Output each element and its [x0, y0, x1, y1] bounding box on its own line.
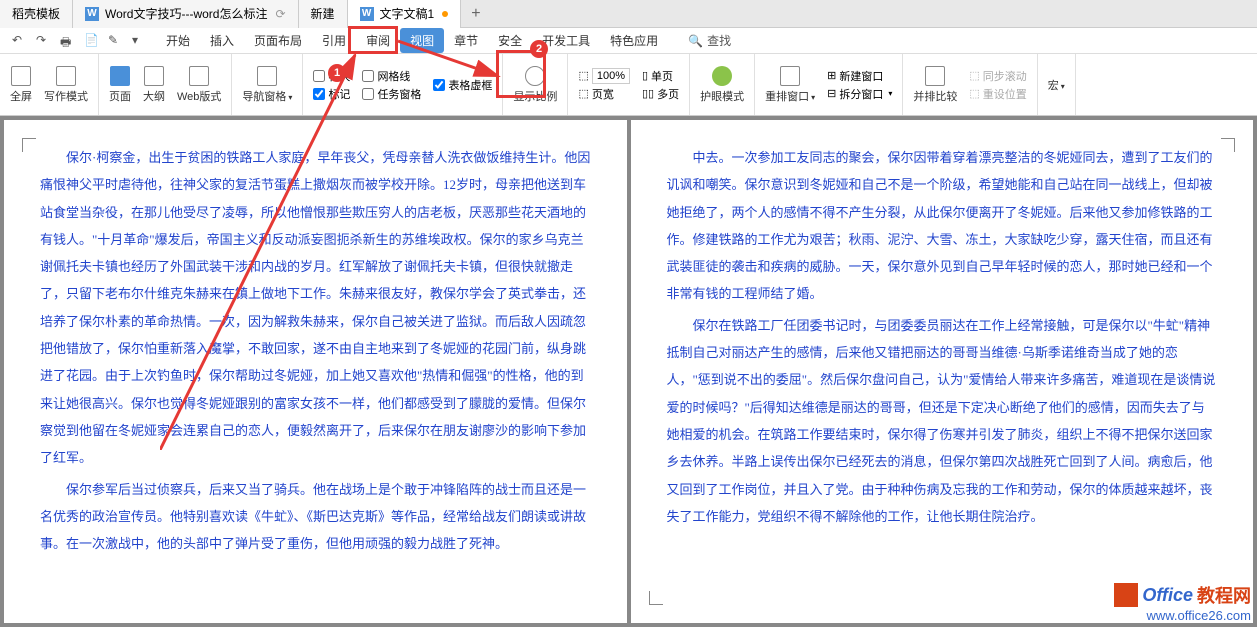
annotation-badge-1: 1	[328, 64, 346, 82]
paragraph: 保尔在铁路工厂任团委书记时，与团委委员丽达在工作上经常接触，可是保尔以"牛虻"精…	[667, 312, 1218, 530]
menu-insert[interactable]: 插入	[200, 28, 244, 53]
watermark-url: www.office26.com	[1146, 608, 1251, 623]
sidebyside-button[interactable]: 并排比较	[909, 64, 961, 106]
search-label: 查找	[707, 32, 731, 49]
page-2[interactable]: 中去。一次参加工友同志的聚会，保尔因带着穿着漂亮整洁的冬妮娅同去，遭到了工友们的…	[631, 120, 1254, 623]
newwin-icon: ⊞	[827, 69, 836, 82]
navpane-button[interactable]: 导航窗格▾	[238, 64, 296, 106]
webview-button[interactable]: Web版式	[173, 64, 225, 106]
word-doc-icon: W	[85, 7, 99, 21]
ribbon: 全屏 写作模式 页面 大纲 Web版式 导航窗格▾ 标尺 标记 网格线 任务窗格…	[0, 54, 1257, 116]
writemode-button[interactable]: 写作模式	[40, 64, 92, 106]
search-group[interactable]: 🔍 查找	[688, 32, 731, 49]
pageview-button[interactable]: 页面	[105, 64, 135, 106]
page-corner-icon	[22, 138, 36, 152]
quick-access: ↶ ↷ 🖶 📄 ✎ ▾	[4, 33, 156, 49]
fullscreen-button[interactable]: 全屏	[6, 64, 36, 106]
page-icon: ⬚	[578, 69, 588, 82]
eyecare-button[interactable]: 护眼模式	[696, 64, 748, 106]
macro-button[interactable]: 宏▾	[1044, 75, 1069, 95]
paragraph: 中去。一次参加工友同志的聚会，保尔因带着穿着漂亮整洁的冬妮娅同去，遭到了工友们的…	[667, 144, 1218, 308]
tab-new[interactable]: 新建	[299, 0, 348, 28]
sync-icon: ⬚	[969, 69, 979, 82]
menu-bar: ↶ ↷ 🖶 📄 ✎ ▾ 开始 插入 页面布局 引用 审阅 视图 章节 安全 开发…	[0, 28, 1257, 54]
tab-label: 文字文稿1	[380, 5, 435, 22]
tab-label: Word文字技巧---word怎么标注	[105, 5, 267, 22]
resetpos-button[interactable]: ⬚重设位置	[969, 86, 1026, 102]
pagewidth-button[interactable]: ⬚页宽	[578, 86, 630, 102]
splitwindow-button[interactable]: ⊟拆分窗口▾	[827, 86, 892, 102]
preview-icon[interactable]: 📄	[84, 33, 100, 49]
marker-checkbox[interactable]: 标记	[313, 86, 350, 102]
format-icon[interactable]: ✎	[108, 33, 124, 49]
refresh-icon[interactable]: ⟳	[275, 7, 285, 21]
rearrange-button[interactable]: 重排窗口▾	[761, 64, 819, 106]
watermark: Office教程网 www.office26.com	[1114, 582, 1251, 623]
word-doc-icon: W	[360, 7, 374, 21]
gridline-checkbox[interactable]: 网格线	[362, 68, 421, 84]
modified-dot-icon	[442, 11, 448, 17]
reset-icon: ⬚	[969, 87, 979, 100]
tab-label: 新建	[311, 5, 335, 22]
dropdown-icon[interactable]: ▾	[132, 33, 148, 49]
document-tabs-bar: 稻壳模板 W Word文字技巧---word怎么标注 ⟳ 新建 W 文字文稿1 …	[0, 0, 1257, 28]
singlepage-button[interactable]: ▯单页	[642, 68, 679, 84]
paragraph: 保尔参军后当过侦察兵，后来又当了骑兵。他在战场上是个敢于冲锋陷阵的战士而且还是一…	[40, 476, 591, 558]
search-icon: 🔍	[688, 34, 703, 48]
document-area: 保尔·柯察金，出生于贫困的铁路工人家庭，早年丧父，凭母亲替人洗衣做饭维持生计。他…	[0, 116, 1257, 627]
watermark-title1: Office	[1142, 585, 1193, 606]
menu-pagelayout[interactable]: 页面布局	[244, 28, 312, 53]
office-logo-icon	[1114, 583, 1138, 607]
watermark-title2: 教程网	[1197, 582, 1251, 608]
menu-view[interactable]: 视图	[400, 28, 444, 53]
newwindow-button[interactable]: ⊞新建窗口	[827, 68, 892, 84]
taskpane-checkbox[interactable]: 任务窗格	[362, 86, 421, 102]
annotation-box-1	[348, 26, 398, 54]
tablegrid-checkbox[interactable]: 表格虚框	[433, 77, 492, 93]
paragraph: 保尔·柯察金，出生于贫困的铁路工人家庭，早年丧父，凭母亲替人洗衣做饭维持生计。他…	[40, 144, 591, 472]
outline-button[interactable]: 大纲	[139, 64, 169, 106]
multipage-button[interactable]: ▯▯多页	[642, 86, 679, 102]
page-1[interactable]: 保尔·柯察金，出生于贫困的铁路工人家庭，早年丧父，凭母亲替人洗衣做饭维持生计。他…	[4, 120, 627, 623]
redo-icon[interactable]: ↷	[36, 33, 52, 49]
menu-special[interactable]: 特色应用	[600, 28, 668, 53]
multipage-icon: ▯▯	[642, 87, 654, 100]
print-icon[interactable]: 🖶	[60, 33, 76, 49]
tab-daoке[interactable]: 稻壳模板	[0, 0, 73, 28]
page-corner-icon	[649, 591, 663, 605]
page-corner-icon	[1221, 138, 1235, 152]
zoom-value[interactable]: ⬚100%	[578, 68, 630, 84]
tab-word-tips[interactable]: W Word文字技巧---word怎么标注 ⟳	[73, 0, 299, 28]
tab-document1[interactable]: W 文字文稿1	[348, 0, 462, 28]
tab-label: 稻壳模板	[12, 5, 60, 22]
singlepage-icon: ▯	[642, 69, 648, 82]
pagewidth-icon: ⬚	[578, 87, 588, 100]
add-tab-button[interactable]: +	[461, 5, 490, 23]
undo-icon[interactable]: ↶	[12, 33, 28, 49]
menu-chapter[interactable]: 章节	[444, 28, 488, 53]
menu-start[interactable]: 开始	[156, 28, 200, 53]
splitwin-icon: ⊟	[827, 87, 836, 100]
annotation-badge-2: 2	[530, 40, 548, 58]
syncscroll-button[interactable]: ⬚同步滚动	[969, 68, 1026, 84]
